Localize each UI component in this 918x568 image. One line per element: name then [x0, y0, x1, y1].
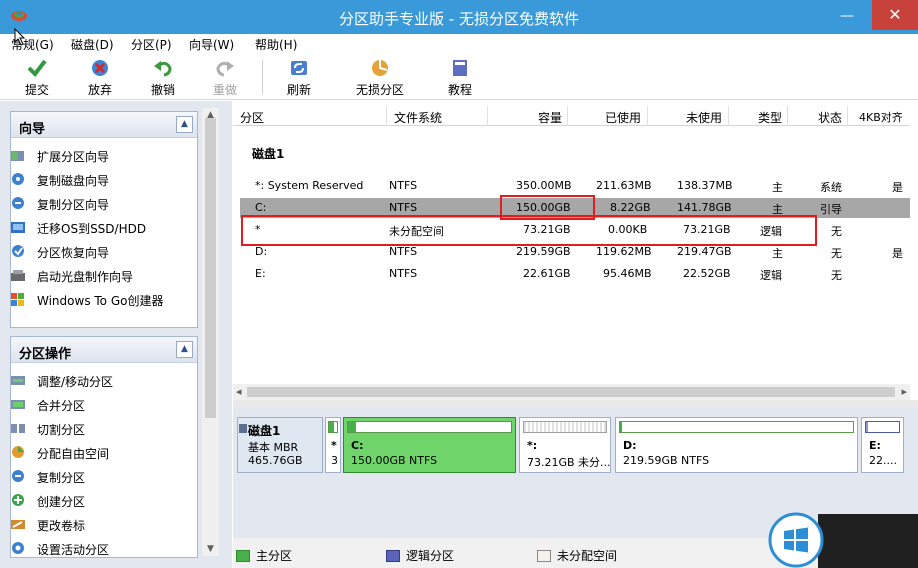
title-bar: 分区助手专业版 - 无损分区免费软件 — ✕: [0, 0, 918, 34]
wizard-panel-title: 向导: [19, 122, 46, 137]
submit-button[interactable]: 提交: [22, 58, 52, 98]
disk-type: 基本 MBR: [248, 441, 299, 454]
legend-primary: 主分区: [236, 547, 292, 564]
lossless-partition-button[interactable]: 无损分区: [354, 58, 406, 98]
partition-block-system-reserved[interactable]: * 3: [325, 417, 341, 473]
discard-label: 放弃: [87, 83, 112, 97]
disk-icon: [239, 424, 247, 433]
split-icon: [11, 423, 25, 434]
redo-button[interactable]: 重做: [210, 58, 240, 98]
mouse-cursor-icon: [14, 28, 26, 46]
col-type[interactable]: 类型: [758, 109, 782, 126]
toolbar-divider: [262, 60, 263, 94]
panel-splitter[interactable]: [233, 400, 918, 408]
partition-ops-title: 分区操作: [19, 347, 72, 362]
undo-button[interactable]: 撤销: [148, 58, 178, 98]
close-button[interactable]: ✕: [872, 0, 918, 30]
menu-bar: 常规(G) 磁盘(D) 分区(P) 向导(W) 帮助(H): [0, 34, 918, 54]
disk-name: 磁盘1: [248, 424, 281, 438]
used-space-fill: [329, 422, 334, 432]
used-space-fill: [866, 422, 868, 432]
windows-to-go-icon: [11, 293, 24, 306]
disk-size: 465.76GB: [248, 454, 303, 467]
minimize-button[interactable]: —: [832, 4, 862, 28]
discard-icon: [92, 60, 108, 76]
col-partition[interactable]: 分区: [240, 109, 264, 126]
redo-icon: [216, 61, 234, 77]
tutorial-label: 教程: [447, 83, 472, 97]
col-filesystem[interactable]: 文件系统: [394, 109, 442, 126]
discard-button[interactable]: 放弃: [85, 58, 115, 98]
partition-icon: [372, 60, 388, 76]
resize-move-icon: [11, 376, 25, 385]
menu-partition[interactable]: 分区(P): [131, 36, 172, 53]
tutorial-book-icon: [453, 60, 467, 76]
highlight-unallocated-row-box: [241, 215, 817, 246]
scroll-right-icon[interactable]: ▸: [901, 385, 907, 398]
col-4k-align[interactable]: 4KB对齐: [859, 109, 903, 125]
unallocated-swatch-icon: [537, 550, 551, 562]
windows-logo-icon: [768, 512, 824, 568]
table-row[interactable]: E: NTFS 22.61GB 95.46MB 22.52GB 逻辑 无: [240, 264, 910, 284]
sidebar-scrollbar[interactable]: ▲ ▼: [202, 108, 219, 556]
copy-partition-icon: [12, 197, 24, 209]
redo-label: 重做: [212, 83, 237, 97]
window-title: 分区助手专业版 - 无损分区免费软件: [339, 10, 579, 28]
partition-recovery-icon: [12, 245, 24, 257]
disk-group-label: 磁盘1: [252, 147, 285, 161]
undo-icon: [154, 61, 172, 77]
disk-info-card[interactable]: 磁盘1 基本 MBR 465.76GB: [237, 417, 323, 473]
scrollbar-thumb[interactable]: [247, 387, 895, 397]
used-space-fill: [620, 422, 623, 432]
col-unused[interactable]: 未使用: [686, 109, 722, 126]
change-label-icon: [11, 520, 25, 529]
table-hscrollbar[interactable]: ◂ ▸: [233, 384, 910, 400]
menu-help[interactable]: 帮助(H): [255, 36, 297, 53]
create-partition-icon: [12, 494, 24, 506]
toolbar: 提交 放弃 撤销 重做 刷新 无损分区 教程: [0, 54, 918, 100]
col-status[interactable]: 状态: [818, 109, 842, 126]
menu-disk[interactable]: 磁盘(D): [71, 36, 114, 53]
collapse-up-icon[interactable]: ▲: [176, 116, 193, 133]
boot-disc-icon: [11, 270, 25, 281]
partition-block-unallocated[interactable]: *: 73.21GB 未分...: [519, 417, 611, 473]
wizard-panel-header: 向导 ▲: [11, 112, 197, 138]
collapse-up-icon[interactable]: ▲: [176, 341, 193, 358]
set-active-icon: [12, 542, 24, 554]
refresh-label: 刷新: [286, 83, 311, 97]
migrate-os-icon: [11, 222, 25, 233]
partition-table-header: 分区 文件系统 容量 已使用 未使用 类型 状态 4KB对齐: [233, 106, 910, 126]
taskbar-corner: [818, 514, 918, 568]
legend-unallocated: 未分配空间: [537, 547, 617, 564]
checkmark-icon: [27, 59, 47, 78]
partition-block-d[interactable]: D: 219.59GB NTFS: [615, 417, 858, 473]
table-row[interactable]: *: System Reserved NTFS 350.00MB 211.63M…: [240, 176, 910, 196]
refresh-icon: [291, 61, 307, 75]
extend-partition-icon: [11, 151, 24, 161]
col-used[interactable]: 已使用: [605, 109, 641, 126]
partition-block-c[interactable]: C: 150.00GB NTFS: [343, 417, 516, 473]
undo-label: 撤销: [150, 83, 175, 97]
primary-swatch-icon: [236, 550, 250, 562]
copy-disk-icon: [12, 173, 24, 185]
legend-logical: 逻辑分区: [386, 547, 454, 564]
merge-icon: [11, 400, 25, 409]
used-space-fill: [348, 422, 357, 432]
logical-swatch-icon: [386, 550, 400, 562]
scrollbar-thumb[interactable]: [205, 118, 216, 418]
scroll-left-icon[interactable]: ◂: [236, 385, 242, 398]
tutorial-button[interactable]: 教程: [445, 58, 475, 98]
scroll-down-icon[interactable]: ▼: [202, 544, 219, 554]
partition-ops-header: 分区操作 ▲: [11, 337, 197, 363]
col-capacity[interactable]: 容量: [538, 109, 562, 126]
copy-partition-icon: [12, 470, 24, 482]
lossless-partition-label: 无损分区: [355, 83, 404, 97]
submit-label: 提交: [24, 83, 49, 97]
partition-block-e[interactable]: E: 22....: [861, 417, 904, 473]
allocate-space-icon: [12, 446, 24, 458]
menu-wizard[interactable]: 向导(W): [189, 36, 234, 53]
refresh-button[interactable]: 刷新: [284, 58, 314, 98]
